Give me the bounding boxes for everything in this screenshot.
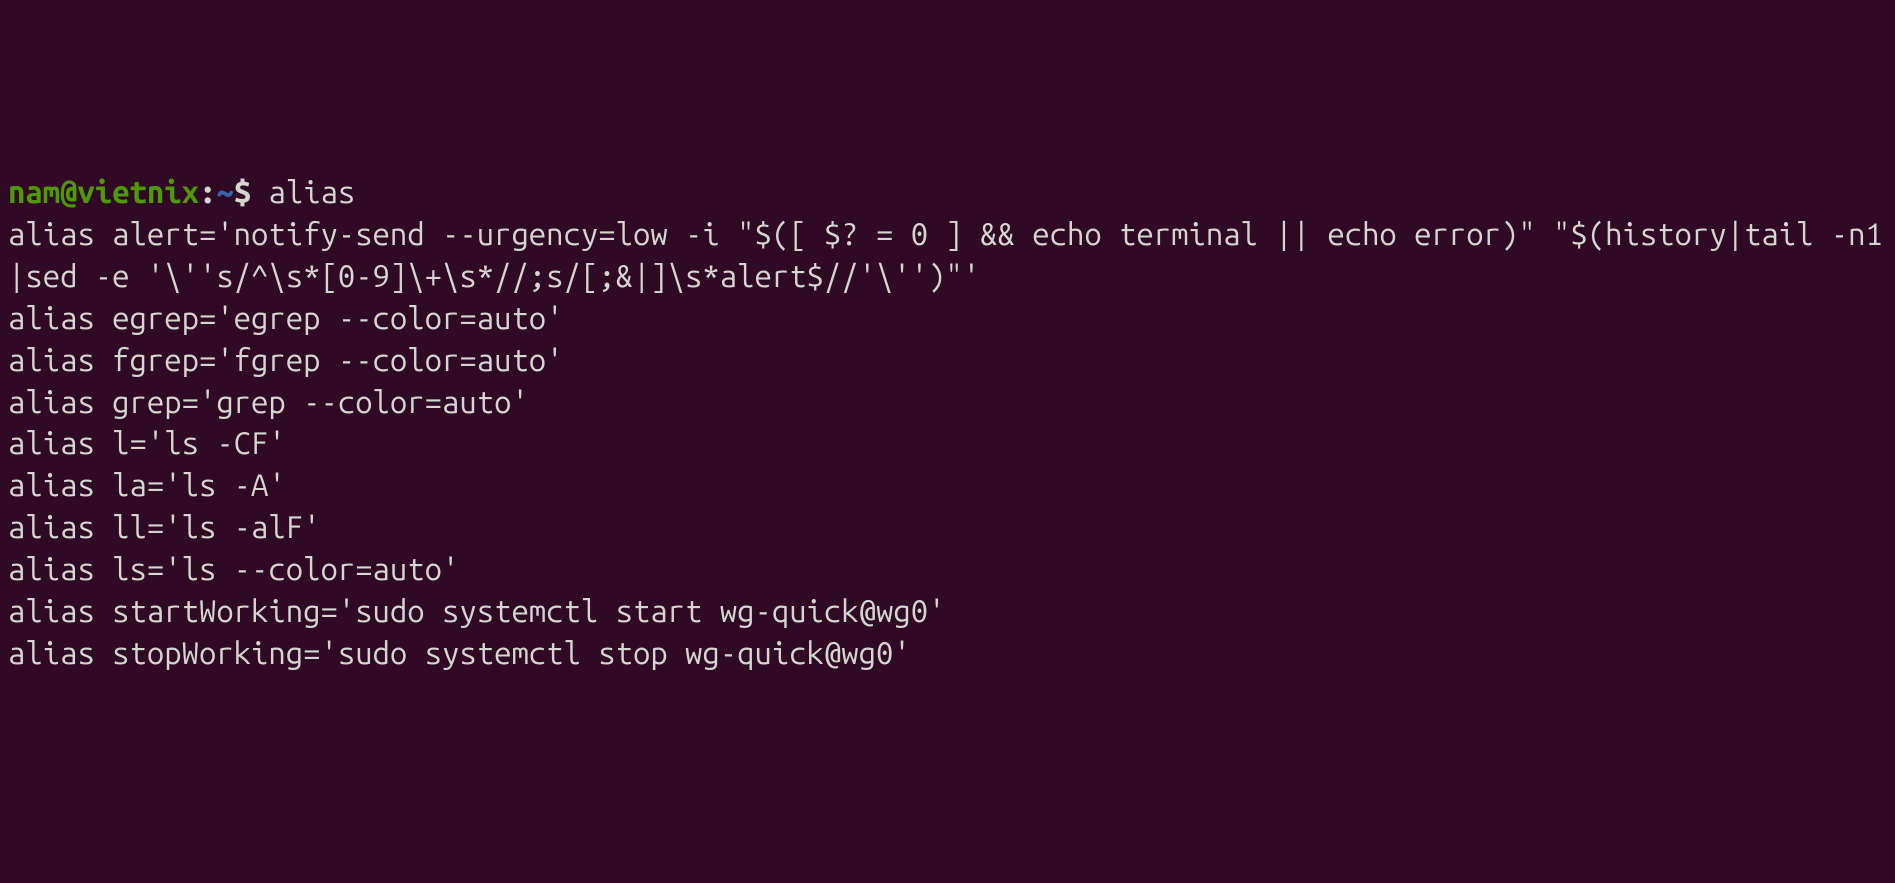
prompt-path: ~ bbox=[216, 174, 233, 209]
output-line: alias la='ls -A' bbox=[8, 464, 1887, 506]
output-line: alias startWorking='sudo systemctl start… bbox=[8, 590, 1887, 632]
terminal-output: alias alert='notify-send --urgency=low -… bbox=[8, 213, 1887, 673]
output-line: alias grep='grep --color=auto' bbox=[8, 381, 1887, 423]
prompt-user: nam bbox=[8, 174, 60, 209]
output-line: alias ll='ls -alF' bbox=[8, 506, 1887, 548]
prompt-at: @ bbox=[60, 174, 77, 209]
output-line: alias ls='ls --color=auto' bbox=[8, 548, 1887, 590]
prompt-dollar: $ bbox=[234, 174, 269, 209]
prompt-host: vietnix bbox=[77, 174, 199, 209]
output-line: alias l='ls -CF' bbox=[8, 422, 1887, 464]
prompt-line[interactable]: nam@vietnix:~$ alias bbox=[8, 171, 1887, 213]
output-line: alias alert='notify-send --urgency=low -… bbox=[8, 213, 1887, 297]
output-line: alias egrep='egrep --color=auto' bbox=[8, 297, 1887, 339]
command-text: alias bbox=[268, 174, 355, 209]
output-line: alias fgrep='fgrep --color=auto' bbox=[8, 339, 1887, 381]
prompt-colon: : bbox=[199, 174, 216, 209]
output-line: alias stopWorking='sudo systemctl stop w… bbox=[8, 632, 1887, 674]
